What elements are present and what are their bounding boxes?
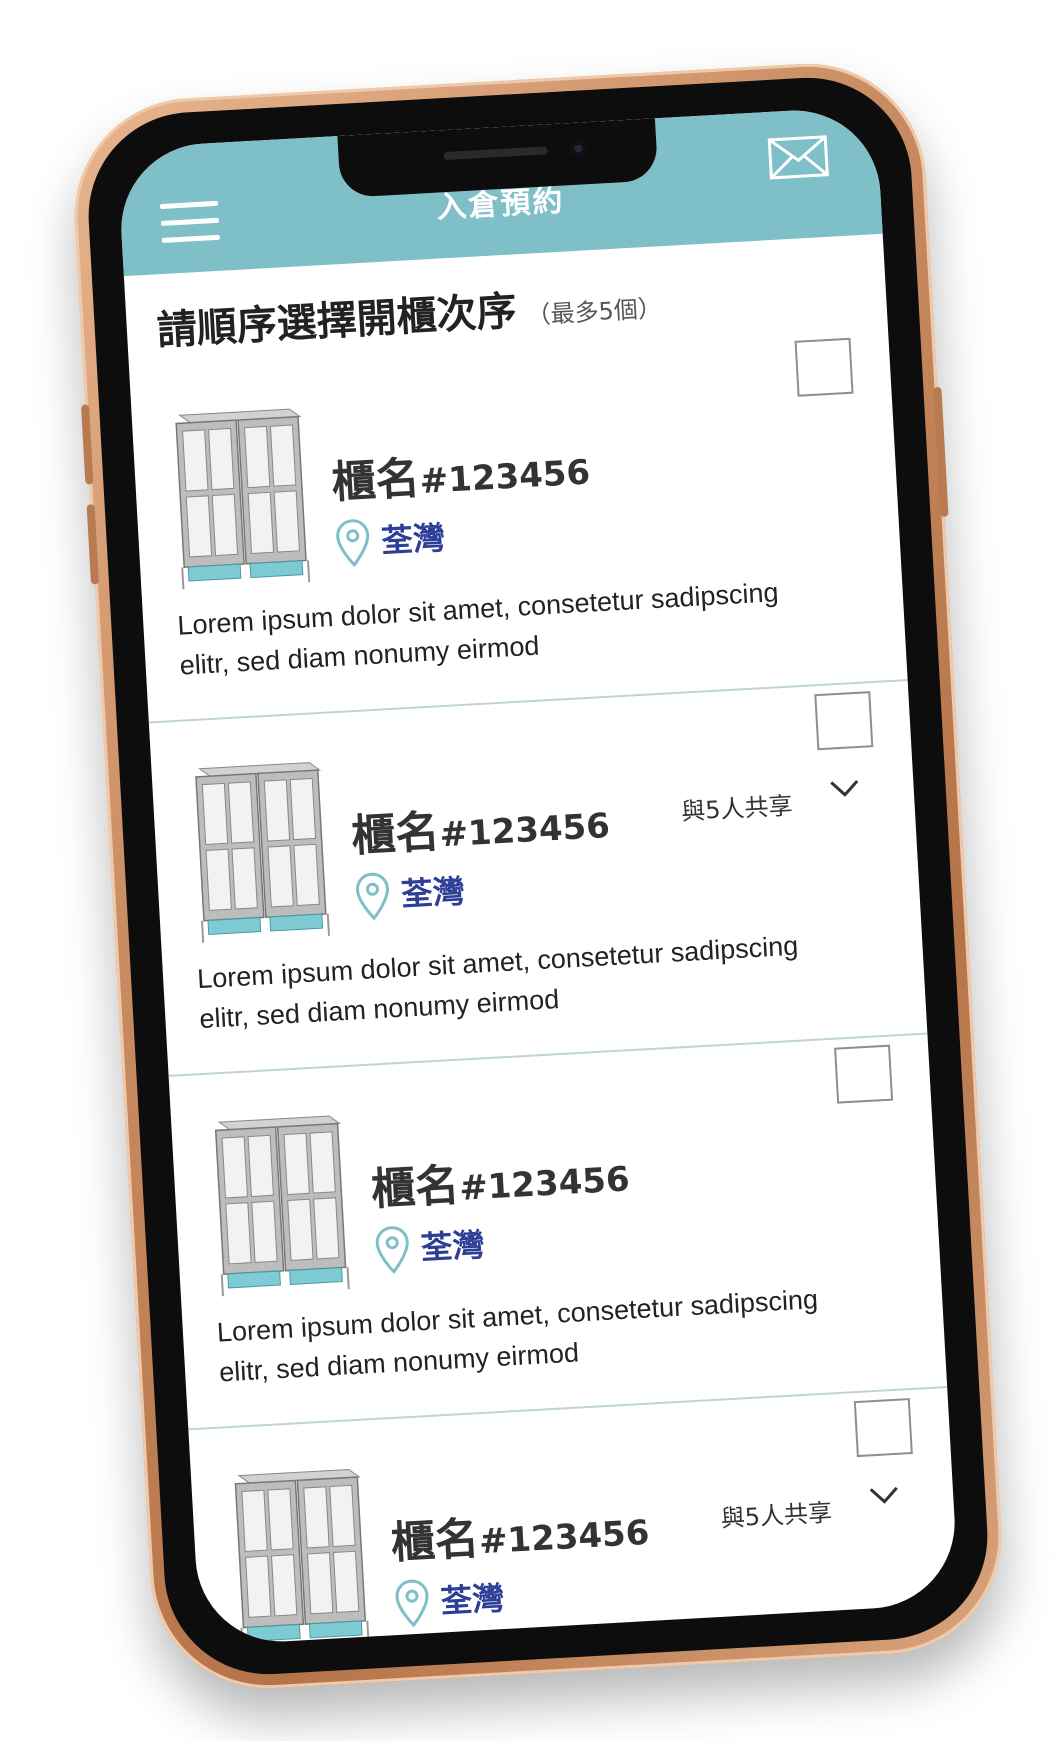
locker-name: 櫃名#123456 [349, 786, 611, 864]
locker-location: 荃灣 [380, 518, 447, 561]
chevron-down-icon[interactable] [829, 778, 860, 800]
phone-mockup: 入倉預約 請順序選擇開櫃次序 （最多5個） 櫃名#123456 荃灣 Lorem… [68, 57, 1008, 1695]
locker-location: 荃灣 [399, 872, 466, 914]
locker-location: 荃灣 [439, 1579, 506, 1621]
locker-description: Lorem ipsum dolor sit amet, consetetur s… [216, 1284, 819, 1388]
share-count[interactable]: 與5人共享 [720, 1493, 833, 1534]
locker-number: #123456 [458, 1159, 631, 1209]
locker-name: 櫃名#123456 [369, 1139, 631, 1217]
locker-card[interactable]: 櫃名#123456 荃灣 Lorem ipsum dolor sit amet,… [168, 1034, 948, 1431]
select-checkbox[interactable] [814, 691, 874, 751]
locker-number: #123456 [418, 452, 592, 502]
share-count[interactable]: 與5人共享 [680, 786, 794, 827]
select-checkbox[interactable] [794, 337, 854, 397]
locker-name-label: 櫃名 [330, 453, 422, 509]
locker-description: Lorem ipsum dolor sit amet, consetetur s… [176, 577, 780, 681]
locker-name-label: 櫃名 [350, 806, 441, 863]
locker-cabinet-icon [234, 1468, 370, 1647]
select-checkbox[interactable] [834, 1044, 894, 1104]
locker-description: Lorem ipsum dolor sit amet, consetetur s… [196, 930, 799, 1035]
locker-name-label: 櫃名 [389, 1513, 481, 1570]
select-checkbox[interactable] [853, 1398, 913, 1458]
section-title: 請順序選擇開櫃次序 [155, 288, 518, 355]
locker-card[interactable]: 櫃名#123456 與5人共享 荃灣 Lorem ipsum dolor sit… [148, 681, 928, 1077]
locker-cabinet-icon [175, 408, 311, 590]
locker-list: 櫃名#123456 荃灣 Lorem ipsum dolor sit amet,… [129, 327, 959, 1647]
locker-name-label: 櫃名 [369, 1159, 461, 1216]
front-camera [570, 140, 587, 158]
location-pin-icon [336, 519, 370, 568]
locker-cabinet-icon [195, 762, 331, 943]
locker-location: 荃灣 [419, 1225, 486, 1268]
section-limit-note: （最多5個） [525, 294, 663, 330]
locker-name: 櫃名#123456 [330, 433, 592, 511]
location-pin-icon [375, 1226, 409, 1274]
chevron-down-icon[interactable] [869, 1485, 900, 1507]
locker-number: #123456 [477, 1512, 651, 1563]
phone-bezel: 入倉預約 請順序選擇開櫃次序 （最多5個） 櫃名#123456 荃灣 Lorem… [82, 72, 994, 1680]
location-pin-icon [395, 1579, 429, 1628]
locker-name: 櫃名#123456 [389, 1493, 651, 1571]
envelope-icon[interactable] [767, 135, 829, 180]
locker-number: #123456 [438, 805, 611, 856]
locker-cabinet-icon [214, 1115, 350, 1297]
speaker-grille [443, 146, 548, 161]
locker-card[interactable]: 櫃名#123456 與5人共享 荃灣 Lorem ipsum dolor sit… [188, 1388, 959, 1647]
location-pin-icon [356, 872, 389, 921]
app-screen: 入倉預約 請順序選擇開櫃次序 （最多5個） 櫃名#123456 荃灣 Lorem… [116, 105, 960, 1647]
locker-card[interactable]: 櫃名#123456 荃灣 Lorem ipsum dolor sit amet,… [129, 327, 908, 724]
